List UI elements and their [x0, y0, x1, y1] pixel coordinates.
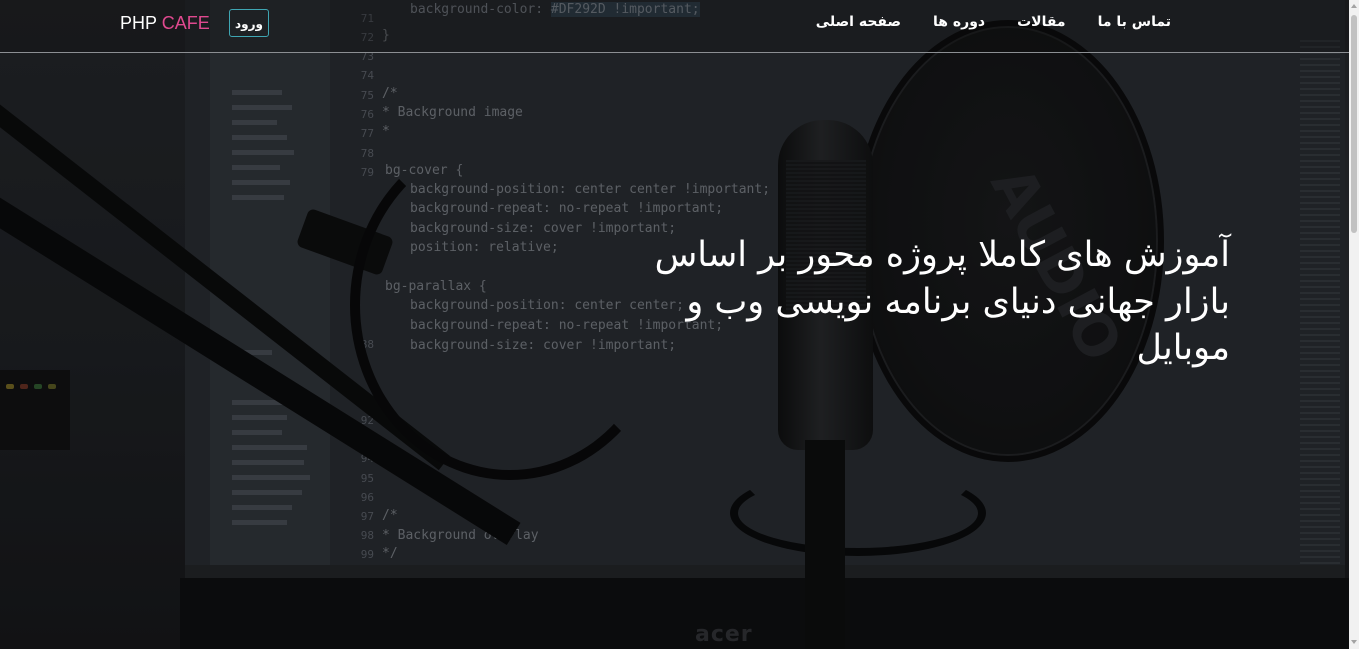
- brand-logo[interactable]: PHP CAFE: [120, 13, 210, 34]
- scroll-up-arrow-icon[interactable]: [1351, 4, 1357, 8]
- brand-prefix: PHP: [120, 13, 157, 33]
- nav-link-contact[interactable]: تماس با ما: [1098, 14, 1171, 30]
- nav-link-courses[interactable]: دوره ها: [933, 14, 985, 30]
- scroll-down-arrow-icon[interactable]: [1351, 640, 1357, 644]
- scrollbar-thumb[interactable]: [1351, 15, 1357, 233]
- nav-link-articles[interactable]: مقالات: [1017, 14, 1066, 30]
- page: 71 72 73 74 75 76 77 78 79 88 91 92 93 9…: [0, 0, 1359, 649]
- nav-link-home[interactable]: صفحه اصلی: [816, 14, 901, 30]
- navbar: PHP CAFE ورود صفحه اصلی دوره ها مقالات ت…: [0, 0, 1349, 53]
- login-button[interactable]: ورود: [229, 9, 269, 37]
- brand-accent: CAFE: [161, 13, 210, 33]
- hero-title: آموزش های کاملا پروژه محور بر اساس بازار…: [654, 235, 1230, 369]
- nav-links: صفحه اصلی دوره ها مقالات تماس با ما: [816, 0, 1171, 44]
